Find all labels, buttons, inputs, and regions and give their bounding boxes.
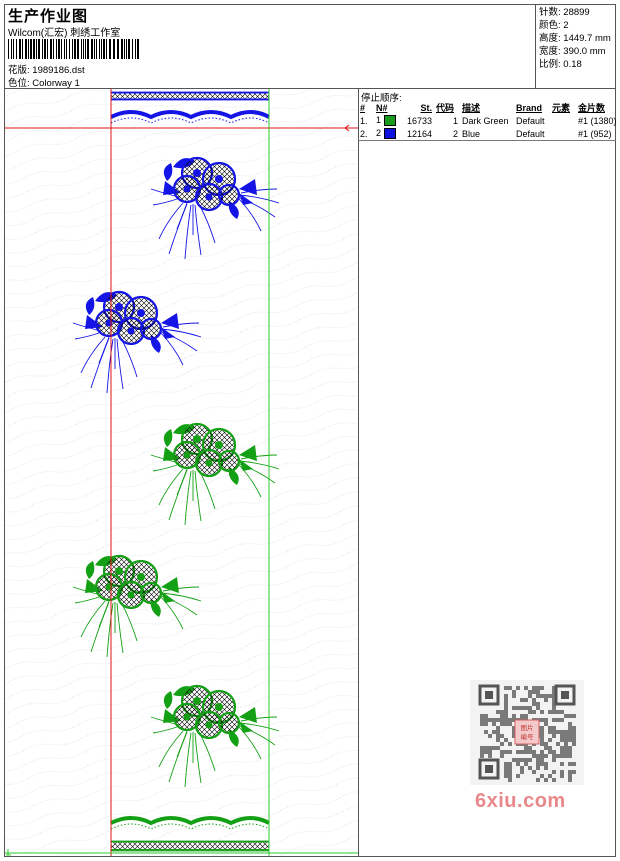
stat-stitches: 针数: 28899	[539, 7, 590, 18]
col-sequins: 金片数	[578, 103, 606, 113]
stats-divider	[535, 4, 536, 88]
stop-table-rule	[358, 140, 616, 141]
stop-row[interactable]: 1. 1 16733 1 Dark Green Default #1 (1380…	[358, 114, 619, 127]
stat-scale: 比例: 0.18	[539, 59, 582, 70]
colorway-label: 色位:	[8, 78, 30, 89]
company-name: Wilcom(汇宏) 刺绣工作室	[8, 28, 121, 39]
stop-table-header: # N# St. 代码 描述 Brand 元素 金片数	[358, 101, 619, 114]
stat-width: 宽度: 390.0 mm	[539, 46, 606, 57]
colorway-name: Colorway 1	[32, 78, 80, 89]
color-swatch	[383, 115, 396, 127]
stat-height: 高度: 1449.7 mm	[539, 33, 611, 44]
barcode	[8, 39, 139, 59]
col-index: #	[360, 102, 366, 113]
panel-divider	[358, 88, 359, 857]
qr-badge-top: 图片	[521, 723, 534, 732]
qr-badge-bottom: 编号	[521, 732, 535, 741]
design-info: 花版: 1989186.dst	[8, 62, 85, 76]
page-title: 生产作业图	[8, 8, 89, 25]
col-stitches: St.	[420, 102, 432, 113]
design-stats: 针数: 28899 颜色: 2 高度: 1449.7 mm 宽度: 390.0 …	[539, 6, 611, 71]
design-preview-canvas[interactable]	[5, 89, 358, 856]
watermark-site: 6xiu.com	[475, 790, 566, 812]
col-description: 描述	[462, 103, 481, 113]
qr-code-watermark: 图片 编号	[470, 680, 584, 785]
col-element: 元素	[552, 103, 571, 113]
color-swatch	[383, 128, 396, 140]
stop-sequence-table: # N# St. 代码 描述 Brand 元素 金片数 1. 1 16733 1…	[358, 101, 619, 140]
col-code: 代码	[436, 103, 455, 113]
col-brand: Brand	[516, 102, 543, 113]
stop-row[interactable]: 2. 2 12164 2 Blue Default #1 (952)	[358, 127, 619, 140]
col-needle: N#	[376, 102, 388, 113]
colorway-info: 色位: Colorway 1	[8, 75, 80, 89]
stat-colors: 颜色: 2	[539, 20, 569, 31]
